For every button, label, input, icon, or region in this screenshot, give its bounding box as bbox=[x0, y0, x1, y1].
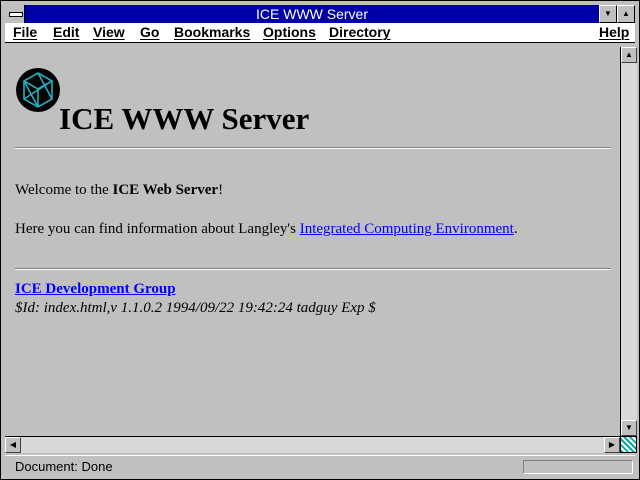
divider bbox=[15, 268, 611, 270]
browser-window: ICE WWW Server ▼ ▲ File Edit View Go Boo… bbox=[0, 0, 640, 480]
scroll-left-button[interactable]: ◀ bbox=[5, 437, 21, 453]
scroll-up-button[interactable]: ▲ bbox=[621, 47, 637, 63]
menu-directory[interactable]: Directory bbox=[329, 24, 390, 41]
minimize-button[interactable]: ▼ bbox=[599, 5, 617, 23]
arrow-down-icon: ▼ bbox=[625, 423, 633, 432]
welcome-server-name: ICE Web Server bbox=[112, 182, 219, 198]
ice-development-group-link[interactable]: ICE Development Group bbox=[15, 281, 176, 298]
maximize-icon: ▲ bbox=[622, 9, 630, 18]
status-text: Document: Done bbox=[15, 459, 113, 474]
title-bar[interactable]: ICE WWW Server ▼ ▲ bbox=[5, 5, 635, 23]
system-menu-button[interactable] bbox=[5, 5, 25, 23]
rcs-id-text: $Id: index.html,v 1.1.0.2 1994/09/22 19:… bbox=[15, 300, 376, 316]
info-prefix: Here you can find information about Lang… bbox=[15, 221, 300, 237]
horizontal-scrollbar[interactable]: ◀ ▶ bbox=[5, 436, 620, 453]
arrow-left-icon: ◀ bbox=[9, 440, 17, 449]
menu-help[interactable]: Help bbox=[599, 24, 629, 41]
menu-view[interactable]: View bbox=[93, 24, 125, 41]
arrow-right-icon: ▶ bbox=[608, 440, 616, 449]
scroll-right-button[interactable]: ▶ bbox=[604, 437, 620, 453]
system-menu-icon bbox=[9, 12, 23, 17]
maximize-button[interactable]: ▲ bbox=[617, 5, 635, 23]
menu-file[interactable]: File bbox=[13, 24, 37, 41]
scroll-down-button[interactable]: ▼ bbox=[621, 420, 637, 436]
menu-bar: File Edit View Go Bookmarks Options Dire… bbox=[5, 23, 635, 43]
menu-go[interactable]: Go bbox=[140, 24, 159, 41]
vertical-scrollbar[interactable]: ▲ ▼ bbox=[620, 47, 637, 436]
progress-bar bbox=[523, 460, 633, 474]
divider bbox=[15, 147, 611, 149]
vertical-scroll-track[interactable] bbox=[621, 63, 637, 420]
network-activity-indicator bbox=[620, 436, 637, 453]
horizontal-scroll-track[interactable] bbox=[21, 437, 604, 453]
info-suffix: . bbox=[513, 221, 518, 237]
window-title: ICE WWW Server bbox=[256, 6, 368, 22]
page-title: ICE WWW Server bbox=[59, 101, 310, 136]
ice-cube-logo-icon bbox=[16, 68, 60, 112]
page-content: ICE WWW Server Welcome to the ICE Web Se… bbox=[5, 47, 619, 436]
menu-bookmarks[interactable]: Bookmarks bbox=[174, 24, 250, 41]
menu-options[interactable]: Options bbox=[263, 24, 316, 41]
info-text: Here you can find information about Lang… bbox=[15, 220, 518, 238]
welcome-suffix: ! bbox=[218, 182, 224, 198]
status-bar: Document: Done bbox=[5, 455, 635, 478]
arrow-up-icon: ▲ bbox=[625, 50, 633, 59]
ice-link[interactable]: Integrated Computing Environment bbox=[300, 221, 514, 237]
minimize-icon: ▼ bbox=[604, 9, 612, 18]
welcome-prefix: Welcome to the bbox=[15, 182, 113, 198]
menu-edit[interactable]: Edit bbox=[53, 24, 79, 41]
welcome-text: Welcome to the ICE Web Server! bbox=[15, 181, 223, 199]
